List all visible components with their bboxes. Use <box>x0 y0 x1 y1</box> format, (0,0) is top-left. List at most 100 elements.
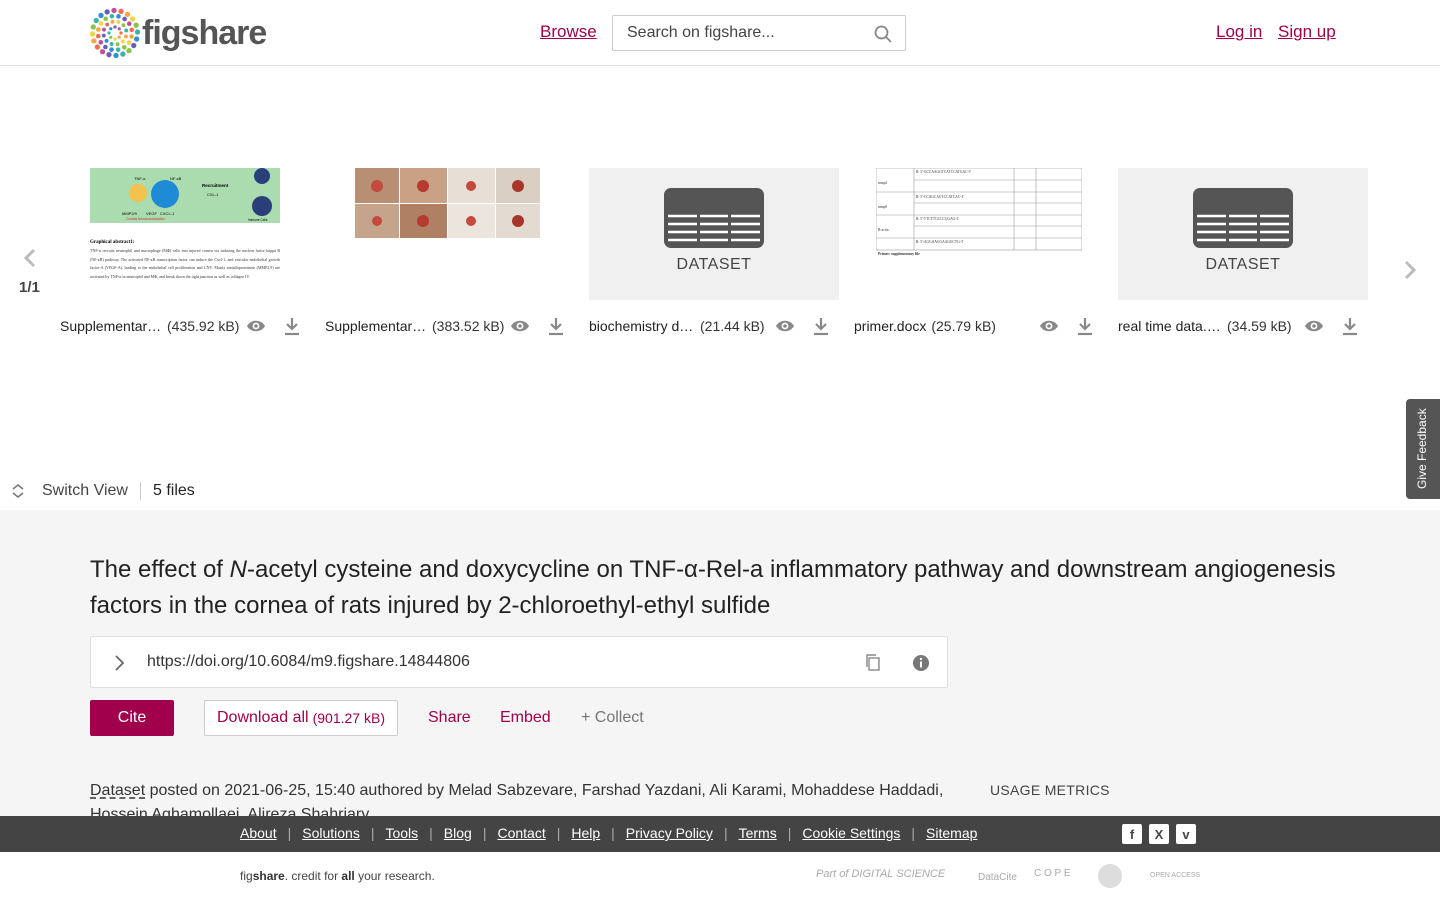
carousel-next-icon[interactable] <box>1398 258 1422 282</box>
file-thumbnail[interactable]: TNF-α NF-κB Recruitment CXL-1 MMP2/9 VEG… <box>60 168 310 300</box>
footer-separator: | <box>911 825 916 841</box>
primer-gene: B-actin <box>878 228 889 232</box>
cite-button[interactable]: Cite <box>90 700 174 736</box>
footer-link-blog[interactable]: Blog <box>444 825 472 841</box>
dataset-label: DATASET <box>1205 256 1281 273</box>
primer-row: R: 5'-AGGAAGGAAGGCTG-3' <box>916 240 964 244</box>
carousel-page-count: 1/1 <box>19 279 40 296</box>
figshare-logo-icon <box>90 8 140 58</box>
footer-link-about[interactable]: About <box>240 825 277 841</box>
copy-icon[interactable] <box>863 653 883 673</box>
page-title: The effect of N-acetyl cysteine and doxy… <box>90 552 1360 624</box>
footer-separator: | <box>429 825 433 841</box>
primer-row: R: 5'-TTCTTGCCCGGAG-3' <box>916 217 959 221</box>
item-type[interactable]: Dataset <box>90 782 145 799</box>
vimeo-icon[interactable]: v <box>1176 824 1196 844</box>
switch-view-icon[interactable] <box>10 482 26 500</box>
search-input[interactable] <box>627 24 867 42</box>
digital-science-logo[interactable]: Part of DIGITAL SCIENCE <box>816 868 945 880</box>
download-all-button[interactable]: Download all (901.27 kB) <box>204 700 398 736</box>
footer-link-terms[interactable]: Terms <box>739 825 777 841</box>
download-icon[interactable] <box>1075 316 1095 336</box>
search-box <box>612 15 906 51</box>
file-name[interactable]: biochemistry data.xlsx <box>589 318 695 334</box>
footer-link-help[interactable]: Help <box>571 825 600 841</box>
file-row: biochemistry data.xlsx (21.44 kB) <box>589 316 839 336</box>
share-button[interactable]: Share <box>428 709 471 727</box>
preview-eye-icon[interactable] <box>1039 316 1059 336</box>
file-row: Supplementary file 2.docx (383.52 kB) <box>325 316 575 336</box>
footer-nav: About | Solutions | Tools | Blog | Contact | Help |… <box>0 816 1440 852</box>
tag-part: fig <box>240 869 253 883</box>
file-card[interactable]: Supplementary file 2.docx (383.52 kB) <box>325 168 575 336</box>
thumb-heading: Graphical abstract1: <box>90 240 135 245</box>
download-icon[interactable] <box>546 316 566 336</box>
footer-link-tools[interactable]: Tools <box>385 825 418 841</box>
footer-link-privacy-policy[interactable]: Privacy Policy <box>626 825 713 841</box>
item-details: The effect of N-acetyl cysteine and doxy… <box>0 510 1440 816</box>
thumb-label: VEGF <box>146 211 157 216</box>
file-thumbnail[interactable] <box>325 168 575 300</box>
file-name[interactable]: real time data.xlsx <box>1118 318 1222 334</box>
download-icon[interactable] <box>811 316 831 336</box>
usage-metrics-heading[interactable]: USAGE METRICS <box>990 782 1110 798</box>
chevron-right-icon[interactable] <box>109 653 129 673</box>
footer-tagline: figshare. credit for all your research. <box>240 869 435 883</box>
posted-info: Dataset posted on 2021-06-25, 15:40 auth… <box>90 779 960 816</box>
x-twitter-icon[interactable]: X <box>1149 824 1169 844</box>
dataset-table-icon <box>664 188 764 248</box>
download-all-size: (901.27 kB) <box>312 710 385 726</box>
browse-link[interactable]: Browse <box>540 22 597 42</box>
datacite-logo[interactable]: DataCite <box>978 872 1017 883</box>
file-row: Supplementary file 1.docx (435.92 kB) <box>60 316 310 336</box>
preview-eye-icon[interactable] <box>510 316 530 336</box>
footer-link-solutions[interactable]: Solutions <box>302 825 360 841</box>
carousel-prev-icon[interactable] <box>18 246 42 270</box>
rat-cornea-photo-grid <box>355 168 540 238</box>
open-access-logo[interactable]: OPEN ACCESS <box>1150 872 1200 879</box>
download-all-label: Download all <box>217 709 309 726</box>
file-name[interactable]: Supplementary file 2.docx <box>325 318 427 334</box>
give-feedback-tab[interactable]: Give Feedback <box>1406 399 1440 499</box>
info-icon[interactable] <box>911 653 931 673</box>
file-card[interactable]: R: 5'-GCCAAGGTCATCCATGAC-3' mmp2 R: 5'-C… <box>854 168 1104 336</box>
file-name[interactable]: Supplementary file 1.docx <box>60 318 162 334</box>
file-size: (435.92 kB) <box>167 318 240 334</box>
embed-button[interactable]: Embed <box>500 709 551 727</box>
file-thumbnail[interactable]: DATASET <box>1118 168 1368 300</box>
file-thumbnail[interactable]: R: 5'-GCCAAGGTCATCCATGAC-3' mmp2 R: 5'-C… <box>854 168 1104 300</box>
preview-eye-icon[interactable] <box>1304 316 1324 336</box>
switch-view-button[interactable]: Switch View <box>42 482 128 500</box>
download-icon[interactable] <box>1340 316 1360 336</box>
thumb-label: Recruitment <box>202 183 229 188</box>
figshare-logo[interactable]: figshare <box>90 8 267 58</box>
preview-eye-icon[interactable] <box>775 316 795 336</box>
footer-link-sitemap[interactable]: Sitemap <box>926 825 977 841</box>
login-link[interactable]: Log in <box>1216 22 1262 42</box>
doi-link[interactable]: https://doi.org/10.6084/m9.figshare.1484… <box>147 653 470 671</box>
signup-link[interactable]: Sign up <box>1278 22 1336 42</box>
file-name[interactable]: primer.docx <box>854 318 926 334</box>
footer-separator: | <box>287 825 292 841</box>
collect-button[interactable]: + Collect <box>581 709 644 727</box>
posted-text: posted on 2021-06-25, 15:40 authored by … <box>90 782 944 816</box>
thumb-label: NF-κB <box>170 176 182 181</box>
file-thumbnail[interactable]: DATASET <box>589 168 839 300</box>
footer-link-cookie-settings[interactable]: Cookie Settings <box>802 825 900 841</box>
preview-eye-icon[interactable] <box>246 316 266 336</box>
thumb-label: MMP2/9 <box>122 211 138 216</box>
file-card[interactable]: DATASET biochemistry data.xlsx (21.44 kB… <box>589 168 839 336</box>
footer-separator: | <box>787 825 792 841</box>
file-count: 5 files <box>152 482 195 499</box>
file-card[interactable]: DATASET real time data.xlsx (34.59 kB) <box>1118 168 1368 336</box>
title-part: -acetyl cysteine and doxycycline on TNF-… <box>90 556 1336 619</box>
file-size: (34.59 kB) <box>1227 318 1292 334</box>
facebook-icon[interactable]: f <box>1122 824 1142 844</box>
footer-link-contact[interactable]: Contact <box>497 825 545 841</box>
cope-logo[interactable]: C O P E <box>1034 868 1071 879</box>
download-icon[interactable] <box>282 316 302 336</box>
search-icon[interactable] <box>873 24 893 44</box>
file-card[interactable]: TNF-α NF-κB Recruitment CXL-1 MMP2/9 VEG… <box>60 168 310 336</box>
tag-part: . credit for <box>284 869 342 883</box>
seal-logo-icon[interactable] <box>1098 864 1122 888</box>
